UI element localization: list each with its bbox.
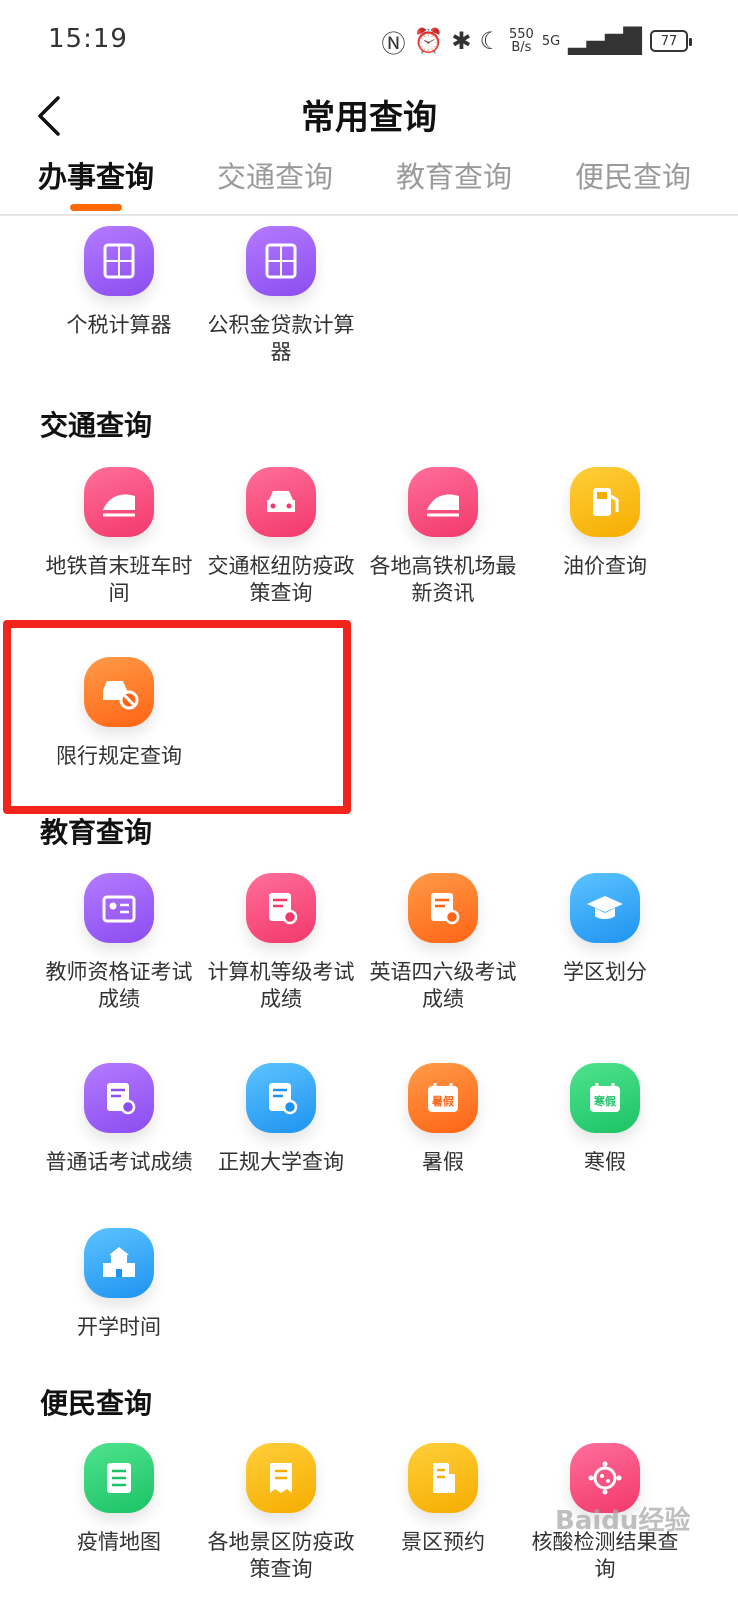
train-icon xyxy=(84,467,154,537)
winter-calendar-icon: 寒假 xyxy=(570,1063,640,1133)
item-label: 公积金贷款计算器 xyxy=(207,313,355,364)
status-icons: Ⓝ ⏰ ✱ ☾ 550 B/s 5G ▂▄▆█ 77 xyxy=(381,24,692,58)
baidu-watermark: Baidu经验 xyxy=(555,1506,691,1536)
item-label: 学区划分 xyxy=(563,960,647,984)
active-tab-indicator xyxy=(70,204,122,211)
page-title: 常用查询 xyxy=(301,98,437,138)
section-title-convenience: 便民查询 xyxy=(40,1387,153,1420)
grid-item-tax-calculator[interactable]: 个税计算器 xyxy=(36,226,202,339)
document-search-icon xyxy=(84,1063,154,1133)
tab-convenience[interactable]: 便民查询 xyxy=(575,154,691,196)
red-highlight-box xyxy=(3,620,351,814)
calendar-badge-text: 暑假 xyxy=(432,1094,455,1108)
moon-icon: ☾ xyxy=(479,27,501,55)
nfc-icon: Ⓝ xyxy=(381,29,406,58)
grid-item-school-district[interactable]: 学区划分 xyxy=(522,873,688,986)
school-building-icon xyxy=(84,1228,154,1298)
item-label: 正规大学查询 xyxy=(218,1150,344,1174)
item-label: 寒假 xyxy=(584,1150,626,1174)
receipt-icon xyxy=(246,1443,316,1513)
building-icon xyxy=(408,1443,478,1513)
grid-item-mandarin-exam-score[interactable]: 普通话考试成绩 xyxy=(36,1063,202,1176)
document-search-icon xyxy=(246,1063,316,1133)
grid-item-rail-airport-news[interactable]: 各地高铁机场最新资讯 xyxy=(360,467,526,607)
grid-item-metro-schedule[interactable]: 地铁首末班车时间 xyxy=(36,467,202,607)
calculator-icon xyxy=(84,226,154,296)
section-title-traffic: 交通查询 xyxy=(40,409,153,442)
item-label: 疫情地图 xyxy=(77,1530,161,1554)
item-label: 暑假 xyxy=(422,1150,464,1174)
item-label: 交通枢纽防疫政策查询 xyxy=(207,554,355,605)
item-label: 各地景区防疫政策查询 xyxy=(207,1530,355,1581)
status-time: 15:19 xyxy=(48,24,128,54)
document-search-icon xyxy=(246,873,316,943)
tab-education[interactable]: 教育查询 xyxy=(396,154,512,196)
calculator-icon xyxy=(246,226,316,296)
item-label: 个税计算器 xyxy=(66,313,172,337)
tab-bar: 办事查询 交通查询 教育查询 便民查询 xyxy=(0,150,738,216)
id-card-icon xyxy=(84,873,154,943)
tab-traffic[interactable]: 交通查询 xyxy=(217,154,333,196)
car-icon xyxy=(246,467,316,537)
signal-icon: ▂▄▆█ xyxy=(568,27,642,55)
grid-item-accredited-university[interactable]: 正规大学查询 xyxy=(198,1063,364,1176)
item-label: 计算机等级考试成绩 xyxy=(207,960,355,1011)
list-icon xyxy=(84,1443,154,1513)
grid-item-scenic-reservation[interactable]: 景区预约 xyxy=(360,1443,526,1556)
item-label: 开学时间 xyxy=(77,1315,161,1339)
status-bar: 15:19 Ⓝ ⏰ ✱ ☾ 550 B/s 5G ▂▄▆█ 77 xyxy=(0,0,738,80)
tab-office[interactable]: 办事查询 xyxy=(38,154,154,196)
grid-item-winter-vacation[interactable]: 寒假 寒假 xyxy=(522,1063,688,1176)
grid-item-epidemic-map[interactable]: 疫情地图 xyxy=(36,1443,202,1556)
signal-label: 5G xyxy=(541,33,561,49)
item-label: 各地高铁机场最新资讯 xyxy=(369,554,517,605)
train-icon xyxy=(408,467,478,537)
item-label: 景区预约 xyxy=(401,1530,485,1554)
battery-icon: 77 xyxy=(650,30,692,52)
graduation-cap-icon xyxy=(570,873,640,943)
grid-item-school-start[interactable]: 开学时间 xyxy=(36,1228,202,1341)
item-label: 普通话考试成绩 xyxy=(45,1150,193,1174)
header: 常用查询 xyxy=(0,80,738,150)
item-label: 核酸检测结果查询 xyxy=(531,1530,679,1581)
grid-item-teacher-cert-score[interactable]: 教师资格证考试成绩 xyxy=(36,873,202,1013)
grid-item-fuel-price[interactable]: 油价查询 xyxy=(522,467,688,580)
bluetooth-icon: ✱ xyxy=(451,27,472,55)
item-label: 油价查询 xyxy=(563,554,647,578)
alarm-icon: ⏰ xyxy=(413,27,444,55)
fuel-pump-icon xyxy=(570,467,640,537)
grid-item-cet-score[interactable]: 英语四六级考试成绩 xyxy=(360,873,526,1013)
document-search-icon xyxy=(408,873,478,943)
grid-item-hub-policy[interactable]: 交通枢纽防疫政策查询 xyxy=(198,467,364,607)
item-label: 英语四六级考试成绩 xyxy=(369,960,517,1011)
network-speed: 550 B/s xyxy=(508,27,534,55)
section-title-education: 教育查询 xyxy=(40,816,153,849)
grid-item-scenic-policy[interactable]: 各地景区防疫政策查询 xyxy=(198,1443,364,1583)
grid-item-housing-fund-calculator[interactable]: 公积金贷款计算器 xyxy=(198,226,364,366)
item-label: 教师资格证考试成绩 xyxy=(45,960,193,1011)
grid-item-summer-vacation[interactable]: 暑假 暑假 xyxy=(360,1063,526,1176)
calendar-badge-text: 寒假 xyxy=(593,1094,617,1108)
item-label: 地铁首末班车时间 xyxy=(45,554,193,605)
grid-item-computer-exam-score[interactable]: 计算机等级考试成绩 xyxy=(198,873,364,1013)
summer-calendar-icon: 暑假 xyxy=(408,1063,478,1133)
